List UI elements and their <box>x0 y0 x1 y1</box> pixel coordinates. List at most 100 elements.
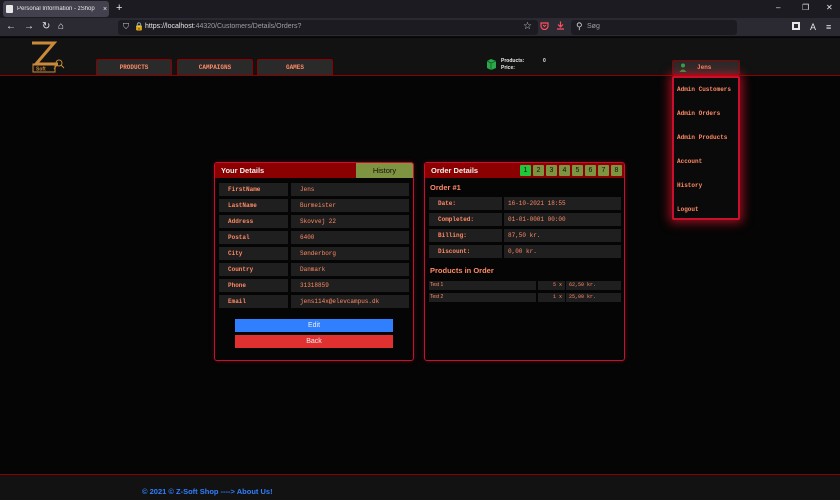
bookmark-icon[interactable]: ☆ <box>523 21 532 32</box>
back-icon[interactable]: ← <box>6 21 16 33</box>
url-path: :44320/Customers/Details/Orders? <box>193 23 302 30</box>
search-bar[interactable]: ⚲ Søg <box>571 20 737 35</box>
url-text[interactable]: https://localhost:44320/Customers/Detail… <box>145 23 301 30</box>
url-bar[interactable]: ⛉ 🔒 https://localhost:44320/Customers/De… <box>118 20 538 35</box>
field-value: 6400 <box>291 231 409 244</box>
field-label: Postal <box>219 231 288 244</box>
order-panel: Order Details 1 2 3 4 5 6 7 8 Order #1 D… <box>424 162 625 361</box>
details-panel: Your Details History FirstName Jens Last… <box>214 162 414 361</box>
field-label: Address <box>219 215 288 228</box>
product-price: 62,50 kr. <box>566 281 621 290</box>
field-label: Phone <box>219 279 288 292</box>
cart-summary[interactable]: Products: 0 Price: <box>486 57 546 75</box>
browser-tab-bar: Personal Information - zShop × + – ❐ ✕ <box>0 0 840 18</box>
close-window-icon[interactable]: ✕ <box>826 3 833 12</box>
order-title: Order Details <box>431 166 479 175</box>
order-field-value: 16-10-2021 18:55 <box>504 197 621 210</box>
menu-history[interactable]: History <box>677 182 702 189</box>
order-pager: 1 2 3 4 5 6 7 8 <box>520 165 622 176</box>
order-field-value: 01-01-0001 00:00 <box>504 213 621 226</box>
menu-admin-products[interactable]: Admin Products <box>677 134 727 141</box>
lock-icon[interactable]: 🔒 <box>134 22 144 31</box>
user-icon <box>679 63 687 72</box>
page-button[interactable]: 6 <box>585 165 596 176</box>
order-field-label: Date: <box>429 197 502 210</box>
menu-account[interactable]: Account <box>677 158 702 165</box>
nav-campaigns[interactable]: CAMPAIGNS <box>177 59 253 75</box>
product-name: Test 1 <box>429 281 536 290</box>
field-value: 31318859 <box>291 279 409 292</box>
zsoft-logo[interactable]: Soft <box>28 40 66 74</box>
cart-products-label: Products: <box>501 58 525 64</box>
reload-icon[interactable]: ↻ <box>42 21 50 33</box>
menu-logout[interactable]: Logout <box>677 206 699 213</box>
footer-about-link[interactable]: © 2021 © Z-Soft Shop ----> About Us! <box>142 487 273 496</box>
minimize-icon[interactable]: – <box>776 3 780 12</box>
page-button[interactable]: 3 <box>546 165 557 176</box>
field-value: Skovvej 22 <box>291 215 409 228</box>
browser-tab[interactable]: Personal Information - zShop × <box>3 1 109 17</box>
field-label: LastName <box>219 199 288 212</box>
products-in-order-title: Products in Order <box>430 266 494 275</box>
field-value: Burmeister <box>291 199 409 212</box>
search-input[interactable]: Søg <box>587 23 600 30</box>
order-field-label: Completed: <box>429 213 502 226</box>
user-menu-button[interactable]: Jens <box>672 60 740 75</box>
restore-icon[interactable]: ❐ <box>802 3 809 12</box>
page-button[interactable]: 4 <box>559 165 570 176</box>
order-panel-header: Order Details 1 2 3 4 5 6 7 8 <box>425 163 624 178</box>
page-icon <box>6 5 13 13</box>
extension-icon[interactable] <box>792 22 800 32</box>
new-tab-icon[interactable]: + <box>116 2 122 14</box>
page-button[interactable]: 8 <box>611 165 622 176</box>
product-qty: 5 x <box>538 281 565 290</box>
url-host: https://localhost <box>145 23 194 30</box>
forward-icon[interactable]: → <box>24 21 34 33</box>
page-button[interactable]: 2 <box>533 165 544 176</box>
search-icon: ⚲ <box>576 21 583 31</box>
product-name: Test 2 <box>429 293 536 302</box>
product-qty: 1 x <box>538 293 565 302</box>
user-dropdown-menu: Admin Customers Admin Orders Admin Produ… <box>672 76 740 220</box>
site-header: Soft PRODUCTS CAMPAIGNS GAMES Products: … <box>0 38 840 76</box>
order-field-value: 0,00 kr. <box>504 245 621 258</box>
field-value: jens114x@elevcampus.dk <box>291 295 409 308</box>
menu-icon[interactable]: ≡ <box>826 22 831 32</box>
cart-price-label: Price: <box>501 65 515 71</box>
shield-icon[interactable]: ⛉ <box>123 22 129 32</box>
field-label: Email <box>219 295 288 308</box>
site-footer: © 2021 © Z-Soft Shop ----> About Us! <box>0 474 840 500</box>
page-button-active[interactable]: 1 <box>520 165 531 176</box>
edit-button[interactable]: Edit <box>235 319 393 332</box>
cart-products-value: 0 <box>543 58 546 64</box>
pocket-icon[interactable] <box>540 22 549 32</box>
browser-toolbar: ← → ↻ ⌂ ⛉ 🔒 https://localhost:44320/Cust… <box>0 18 840 37</box>
order-field-value: 87,50 kr. <box>504 229 621 242</box>
tab-close-icon[interactable]: × <box>103 6 107 13</box>
cart-icon <box>486 59 497 70</box>
nav-games[interactable]: GAMES <box>257 59 333 75</box>
menu-admin-customers[interactable]: Admin Customers <box>677 86 731 93</box>
home-icon[interactable]: ⌂ <box>58 21 64 33</box>
reader-icon[interactable]: A <box>810 22 816 32</box>
field-value: Jens <box>291 183 409 196</box>
order-number: Order #1 <box>430 183 461 192</box>
nav-products[interactable]: PRODUCTS <box>96 59 172 75</box>
back-button[interactable]: Back <box>235 335 393 348</box>
product-price: 25,00 kr. <box>566 293 621 302</box>
history-tab[interactable]: History <box>356 163 413 178</box>
user-name: Jens <box>697 64 712 71</box>
page-button[interactable]: 5 <box>572 165 583 176</box>
details-title: Your Details <box>221 166 265 175</box>
menu-admin-orders[interactable]: Admin Orders <box>677 110 720 117</box>
field-label: FirstName <box>219 183 288 196</box>
svg-text:Soft: Soft <box>36 67 46 73</box>
field-label: City <box>219 247 288 260</box>
page-button[interactable]: 7 <box>598 165 609 176</box>
download-icon[interactable] <box>556 21 565 32</box>
order-field-label: Billing: <box>429 229 502 242</box>
field-value: Sønderborg <box>291 247 409 260</box>
details-panel-header: Your Details History <box>215 163 413 178</box>
tab-title: Personal Information - zShop <box>17 6 95 12</box>
field-label: Country <box>219 263 288 276</box>
